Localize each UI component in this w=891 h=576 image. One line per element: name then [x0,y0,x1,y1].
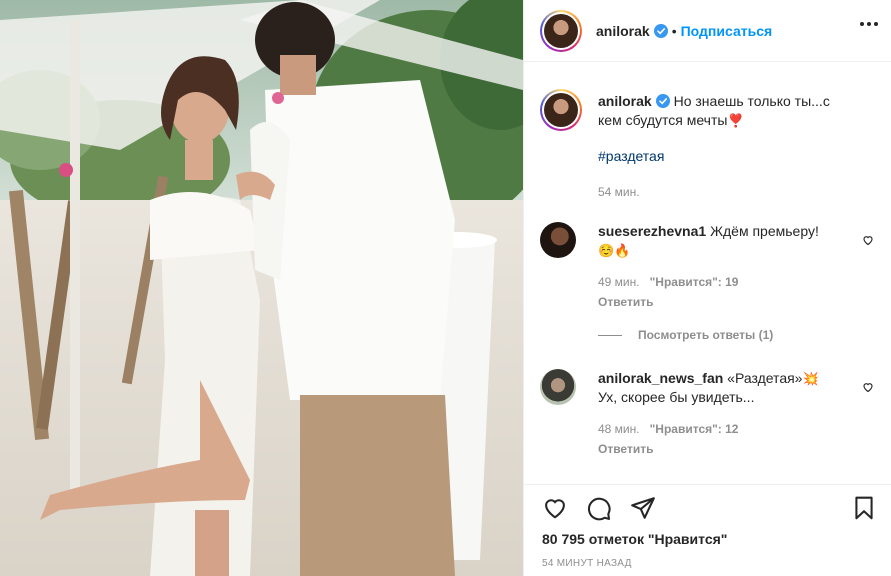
comment-emoji: 💥 [802,371,819,386]
post-photo[interactable] [0,0,523,576]
comment-likes[interactable]: "Нравится": 12 [650,422,739,436]
likes-count[interactable]: 80 795 отметок "Нравится" [542,531,727,547]
comment-emoji: ☺️🔥 [598,243,631,258]
view-replies-button[interactable]: Посмотреть ответы (1) [598,328,773,342]
comment-time: 49 мин. [598,275,640,289]
post-sidebar: anilorak • Подписаться anilorak Но знаеш… [523,0,891,576]
like-comment-icon[interactable] [862,381,874,393]
caption-hashtag[interactable]: #раздетая [598,148,664,164]
verified-badge-icon [655,94,670,108]
author-avatar[interactable] [540,9,582,52]
reply-button[interactable]: Ответить [598,293,834,312]
comment-text-before: «Раздетая» [727,370,803,386]
post-photo-illustration [0,0,523,576]
post-actions: 80 795 отметок "Нравится" 54 МИНУТ НАЗАД [524,484,891,576]
caption-emoji: ❣️ [727,113,744,128]
verified-badge-icon [653,23,668,38]
view-replies-line [598,334,622,336]
bookmark-icon[interactable] [851,495,877,521]
comment-avatar[interactable] [540,369,576,405]
follow-button[interactable]: Подписаться [681,23,773,39]
like-comment-icon[interactable] [862,234,874,246]
comment-text: Ждём премьеру! [710,223,819,239]
comment-time: 48 мин. [598,422,640,436]
post-timestamp: 54 МИНУТ НАЗАД [542,558,632,569]
separator-dot: • [671,22,677,39]
caption-username[interactable]: anilorak [598,93,652,109]
share-icon[interactable] [630,495,656,521]
more-options-icon[interactable] [860,22,878,26]
comment-username[interactable]: anilorak_news_fan [598,370,723,386]
heart-icon[interactable] [542,495,568,521]
caption: anilorak Но знаешь только ты...с кем сбу… [540,89,880,202]
comment-text-after: Ух, скорее бы увидеть... [598,389,755,405]
view-replies-label: Посмотреть ответы (1) [638,328,774,342]
post-header: anilorak • Подписаться [524,0,891,62]
comment-item: anilorak_news_fan «Раздетая»💥 Ух, скорее … [540,369,880,459]
comment-likes[interactable]: "Нравится": 19 [650,275,739,289]
comment-avatar[interactable] [540,222,576,258]
comment-item: sueserezhevna1 Ждём премьеру! ☺️🔥 49 мин… [540,222,880,312]
comment-username[interactable]: sueserezhevna1 [598,223,706,239]
caption-time: 54 мин. [598,185,640,199]
author-username[interactable]: anilorak [596,23,650,39]
reply-button[interactable]: Ответить [598,440,834,459]
comments-list[interactable]: anilorak Но знаешь только ты...с кем сбу… [524,62,891,484]
caption-avatar[interactable] [540,89,582,131]
comment-icon[interactable] [586,495,612,521]
